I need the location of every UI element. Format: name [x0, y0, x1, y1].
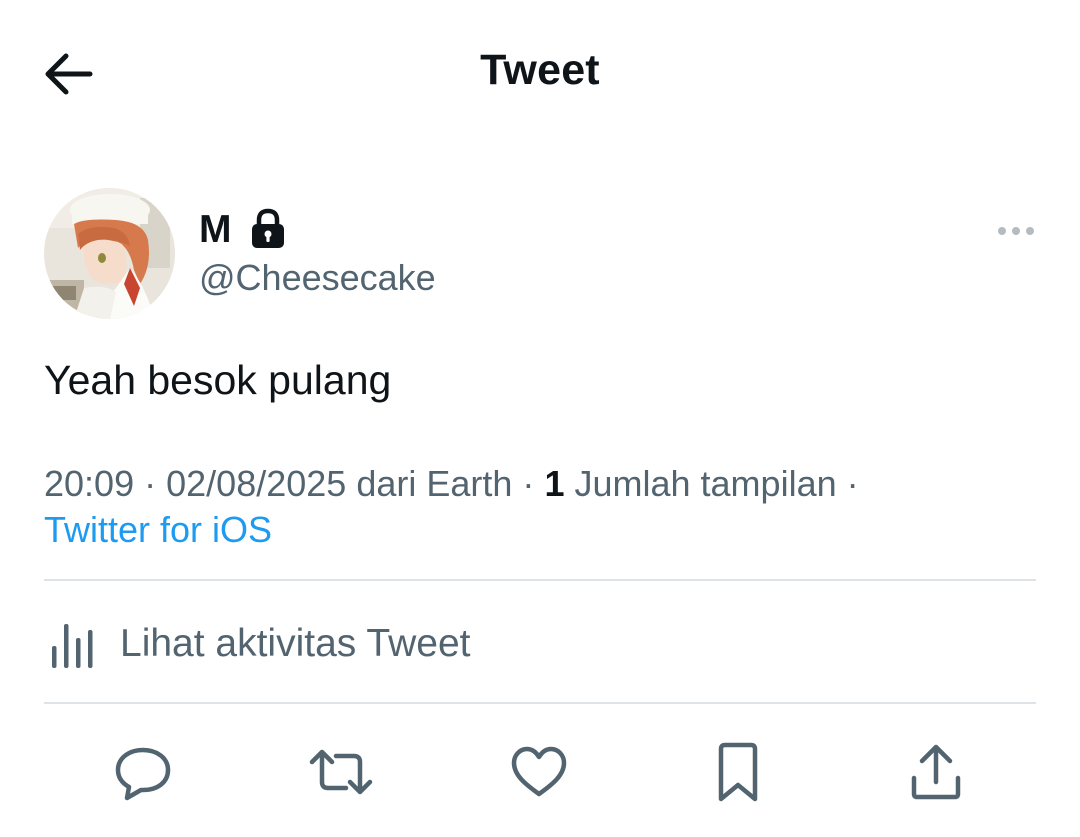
heart-icon	[511, 746, 567, 797]
retweet-icon	[309, 749, 373, 795]
top-bar: Tweet	[0, 0, 1080, 150]
avatar[interactable]	[44, 188, 175, 319]
divider	[44, 579, 1036, 581]
page-title: Tweet	[480, 46, 600, 94]
tweet-time[interactable]: 20:09	[44, 463, 134, 504]
reply-button[interactable]	[107, 736, 179, 808]
tweet-text: Yeah besok pulang	[44, 357, 392, 403]
view-tweet-activity-button[interactable]: Lihat aktivitas Tweet	[44, 612, 470, 676]
view-tweet-activity-label: Lihat aktivitas Tweet	[120, 622, 471, 665]
lock-icon	[252, 208, 284, 248]
divider	[44, 702, 1036, 704]
tweet-location: dari Earth	[356, 463, 513, 504]
tweet-actions-bar	[0, 736, 1080, 808]
meta-separator: ·	[522, 463, 535, 504]
share-button[interactable]	[900, 736, 972, 808]
views-label: Jumlah tampilan	[574, 463, 837, 504]
retweet-button[interactable]	[305, 736, 377, 808]
tweet-metadata: 20:09 · 02/08/2025 dari Earth · 1 Jumlah…	[44, 461, 1036, 553]
like-button[interactable]	[503, 736, 575, 808]
meta-separator: ·	[846, 463, 859, 504]
more-horizontal-icon	[998, 227, 1034, 235]
share-icon	[911, 744, 961, 800]
more-options-button[interactable]	[994, 214, 1038, 248]
author-display-name[interactable]: M	[199, 206, 232, 254]
reply-icon	[115, 747, 171, 801]
meta-separator: ·	[144, 463, 157, 504]
tweet-client-link[interactable]: Twitter for iOS	[44, 507, 1036, 553]
bar-chart-icon	[52, 624, 93, 668]
tweet-date[interactable]: 02/08/2025	[166, 463, 346, 504]
bookmark-icon	[718, 742, 758, 802]
author-handle[interactable]: @Cheesecake	[199, 256, 436, 300]
views-count: 1	[544, 463, 565, 504]
bookmark-button[interactable]	[702, 736, 774, 808]
